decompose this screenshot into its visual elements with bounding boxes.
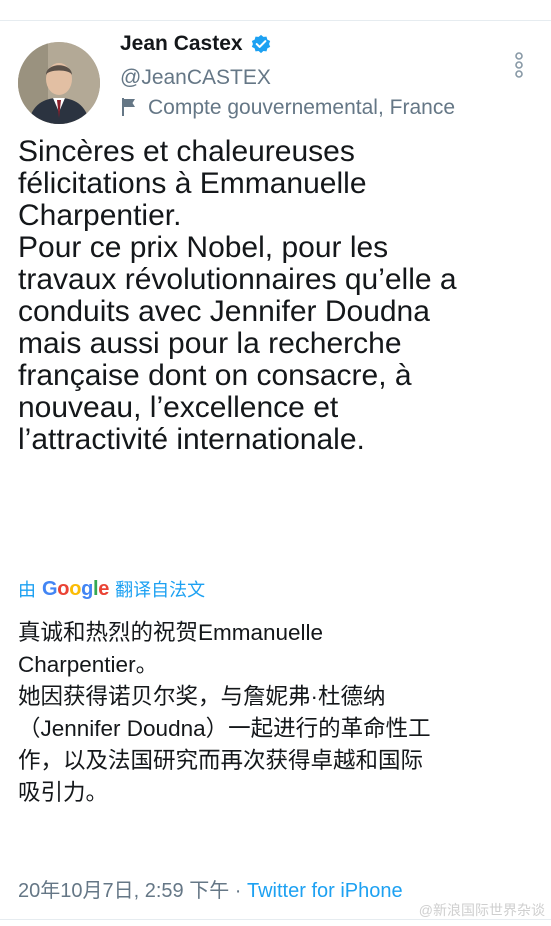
translate-suffix: 翻译自法文 bbox=[115, 580, 206, 600]
translate-prefix: 由 bbox=[18, 580, 36, 600]
tweet-source[interactable]: Twitter for iPhone bbox=[247, 880, 403, 902]
verified-badge-icon bbox=[251, 34, 271, 54]
watermark: @新浪国际世界杂谈 bbox=[418, 902, 545, 918]
avatar[interactable] bbox=[18, 42, 100, 124]
google-logo: Google bbox=[42, 577, 110, 600]
user-handle[interactable]: @JeanCASTEX bbox=[120, 66, 271, 90]
top-divider bbox=[0, 20, 551, 21]
display-name[interactable]: Jean Castex bbox=[120, 32, 243, 56]
avatar-image bbox=[18, 42, 100, 124]
more-vertical-icon[interactable] bbox=[512, 52, 526, 78]
government-label: Compte gouvernemental, France bbox=[148, 96, 455, 119]
translated-by-row[interactable]: 由 Google 翻译自法文 bbox=[18, 576, 205, 602]
flag-icon bbox=[122, 98, 135, 116]
tweet-meta: 20年10月7日, 2:59 下午 · Twitter for iPhone bbox=[18, 874, 403, 903]
translated-text: 真诚和热烈的祝贺Emmanuelle Charpentier。 她因获得诺贝尔奖… bbox=[18, 620, 431, 805]
timestamp[interactable]: 20年10月7日, 2:59 下午 bbox=[18, 880, 229, 902]
meta-separator: · bbox=[229, 880, 247, 902]
tweet-text: Sincères et chaleureuses félicitations à… bbox=[18, 135, 457, 456]
